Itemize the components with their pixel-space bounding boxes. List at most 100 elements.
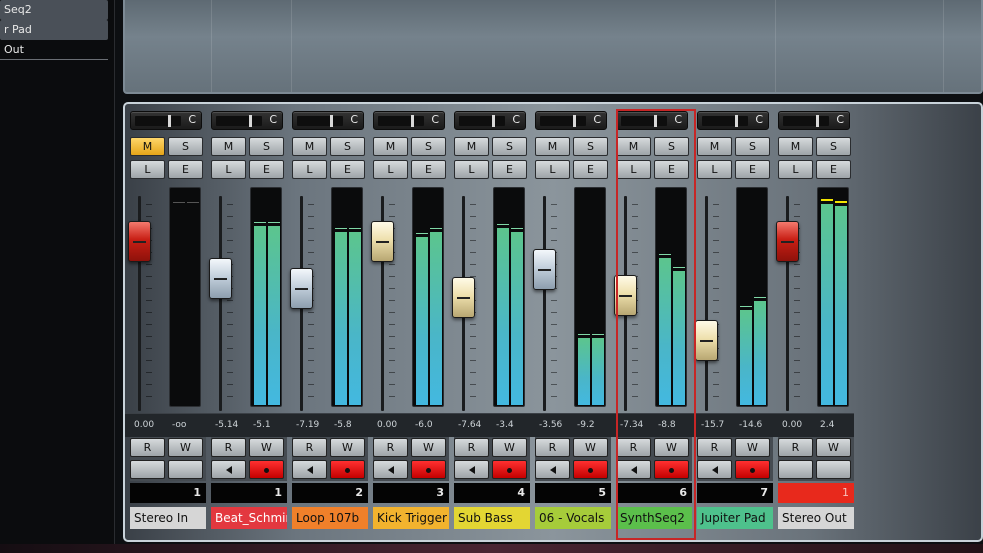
mute-button[interactable]: M [454,137,489,156]
mute-button[interactable]: M [373,137,408,156]
write-automation-button[interactable]: W [492,438,527,457]
volume-fader[interactable] [128,221,151,262]
solo-button[interactable]: S [492,137,527,156]
listen-button[interactable]: L [535,160,570,179]
monitor-button[interactable] [292,460,327,479]
listen-button[interactable]: L [697,160,732,179]
edit-button[interactable]: E [492,160,527,179]
fader-value[interactable]: -5.14 [215,420,238,430]
write-automation-button[interactable]: W [411,438,446,457]
read-automation-button[interactable]: R [697,438,732,457]
monitor-button[interactable] [616,460,651,479]
fader-value[interactable]: -15.7 [701,420,724,430]
listen-button[interactable]: L [454,160,489,179]
edit-button[interactable]: E [330,160,365,179]
listen-button[interactable]: L [292,160,327,179]
channel-name[interactable]: Jupiter Pad [697,507,773,529]
pan-thumb[interactable] [249,115,252,127]
solo-button[interactable]: S [249,137,284,156]
track-list-item[interactable]: r Pad [0,20,108,40]
edit-button[interactable]: E [411,160,446,179]
pan-control[interactable]: C [292,111,364,130]
write-automation-button[interactable]: W [168,438,203,457]
fader-value[interactable]: -7.34 [620,420,643,430]
record-enable-button[interactable] [249,460,284,479]
channel-name[interactable]: Loop 107b [292,507,368,529]
read-automation-button[interactable]: R [778,438,813,457]
edit-button[interactable]: E [573,160,608,179]
volume-fader[interactable] [533,249,556,290]
channel-name[interactable]: Beat_Schmin [211,507,287,529]
read-automation-button[interactable]: R [292,438,327,457]
peak-value[interactable]: -8.8 [658,420,676,430]
write-automation-button[interactable]: W [816,438,851,457]
edit-button[interactable]: E [654,160,689,179]
pan-control[interactable]: C [211,111,283,130]
read-automation-button[interactable]: R [211,438,246,457]
record-enable-button[interactable] [735,460,770,479]
peak-value[interactable]: -oo [172,420,186,430]
record-enable-button[interactable] [654,460,689,479]
record-enable-button[interactable] [573,460,608,479]
monitor-button[interactable] [778,460,813,479]
monitor-button[interactable] [697,460,732,479]
listen-button[interactable]: L [616,160,651,179]
pan-thumb[interactable] [654,115,657,127]
read-automation-button[interactable]: R [616,438,651,457]
solo-button[interactable]: S [168,137,203,156]
fader-value[interactable]: -7.64 [458,420,481,430]
solo-button[interactable]: S [654,137,689,156]
peak-value[interactable]: -5.8 [334,420,352,430]
monitor-button[interactable] [130,460,165,479]
peak-value[interactable]: 2.4 [820,420,834,430]
solo-button[interactable]: S [330,137,365,156]
pan-thumb[interactable] [492,115,495,127]
pan-control[interactable]: C [454,111,526,130]
mute-button[interactable]: M [130,137,165,156]
peak-value[interactable]: -9.2 [577,420,595,430]
write-automation-button[interactable]: W [654,438,689,457]
solo-button[interactable]: S [411,137,446,156]
pan-thumb[interactable] [330,115,333,127]
channel-name[interactable]: 06 - Vocals [535,507,611,529]
pan-control[interactable]: C [130,111,202,130]
mute-button[interactable]: M [535,137,570,156]
write-automation-button[interactable]: W [249,438,284,457]
record-enable-button[interactable] [492,460,527,479]
listen-button[interactable]: L [211,160,246,179]
volume-fader[interactable] [614,275,637,316]
solo-button[interactable]: S [816,137,851,156]
pan-control[interactable]: C [697,111,769,130]
channel-name[interactable]: Stereo Out [778,507,854,529]
record-enable-button[interactable] [168,460,203,479]
pan-thumb[interactable] [411,115,414,127]
write-automation-button[interactable]: W [330,438,365,457]
mute-button[interactable]: M [616,137,651,156]
volume-fader[interactable] [452,277,475,318]
fader-value[interactable]: 0.00 [377,420,397,430]
volume-fader[interactable] [209,258,232,299]
mute-button[interactable]: M [292,137,327,156]
monitor-button[interactable] [373,460,408,479]
pan-control[interactable]: C [535,111,607,130]
monitor-button[interactable] [535,460,570,479]
channel-name[interactable]: SynthSeq2 [616,507,692,529]
fader-value[interactable]: 0.00 [134,420,154,430]
track-list-item[interactable]: Seq2 [0,0,108,20]
pan-control[interactable]: C [373,111,445,130]
mute-button[interactable]: M [778,137,813,156]
volume-fader[interactable] [695,320,718,361]
listen-button[interactable]: L [130,160,165,179]
write-automation-button[interactable]: W [735,438,770,457]
volume-fader[interactable] [371,221,394,262]
record-enable-button[interactable] [411,460,446,479]
monitor-button[interactable] [211,460,246,479]
peak-value[interactable]: -6.0 [415,420,433,430]
write-automation-button[interactable]: W [573,438,608,457]
pan-thumb[interactable] [735,115,738,127]
record-enable-button[interactable] [330,460,365,479]
pan-thumb[interactable] [573,115,576,127]
mute-button[interactable]: M [211,137,246,156]
channel-name[interactable]: Stereo In [130,507,206,529]
edit-button[interactable]: E [735,160,770,179]
